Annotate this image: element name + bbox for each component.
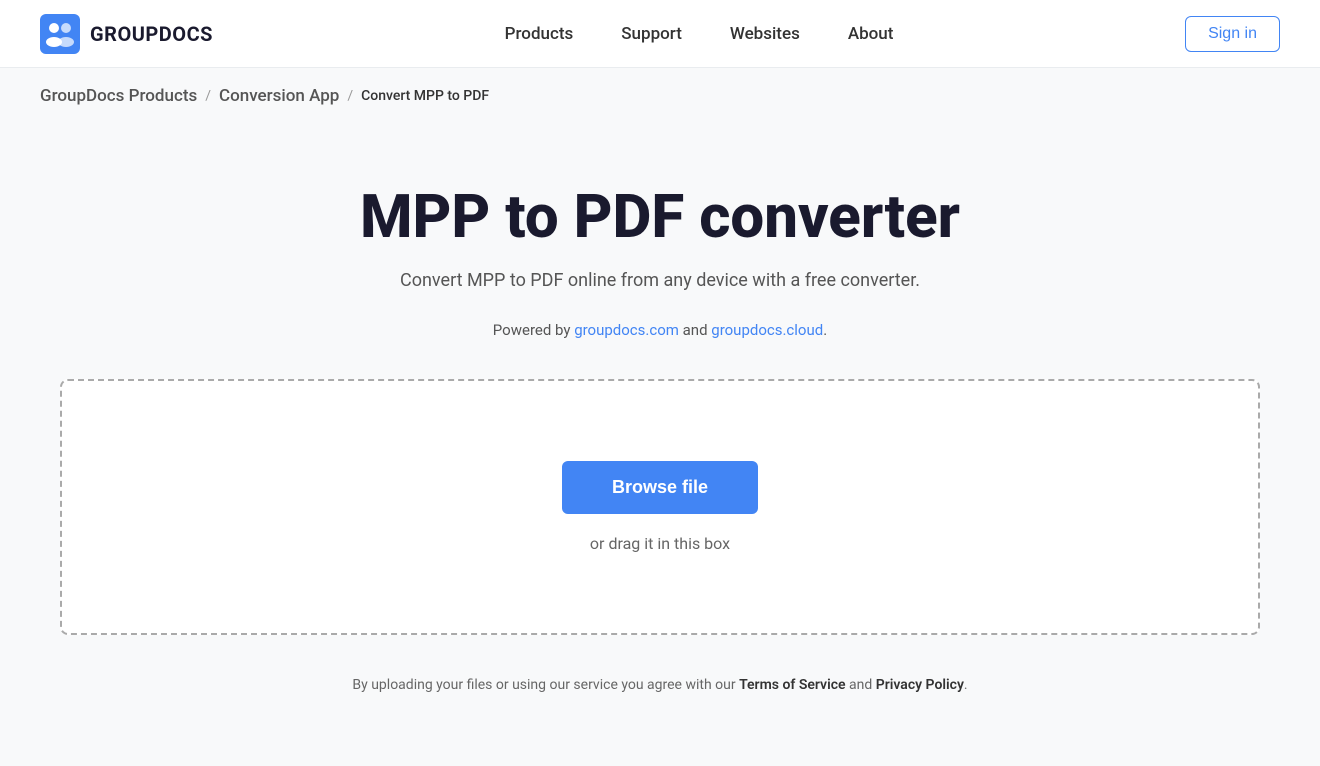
breadcrumb-separator-2: / bbox=[347, 88, 353, 104]
sign-in-button[interactable]: Sign in bbox=[1185, 16, 1280, 52]
breadcrumb-second[interactable]: Conversion App bbox=[219, 86, 339, 106]
terms-of-service-link[interactable]: Terms of Service bbox=[739, 677, 845, 693]
nav-support[interactable]: Support bbox=[621, 24, 682, 44]
groupdocs-cloud-link[interactable]: groupdocs.cloud bbox=[711, 321, 823, 339]
nav-products[interactable]: Products bbox=[505, 24, 574, 44]
footer-note-and: and bbox=[846, 677, 876, 693]
site-header: GROUPDOCS Products Support Websites Abou… bbox=[0, 0, 1320, 68]
breadcrumb: GroupDocs Products / Conversion App / Co… bbox=[0, 68, 1320, 124]
browse-file-button[interactable]: Browse file bbox=[562, 461, 758, 514]
footer-note: By uploading your files or using our ser… bbox=[352, 677, 967, 693]
logo[interactable]: GROUPDOCS bbox=[40, 14, 213, 54]
footer-note-suffix: . bbox=[964, 677, 968, 693]
page-title: MPP to PDF converter bbox=[360, 184, 960, 250]
main-nav: Products Support Websites About bbox=[505, 24, 894, 44]
page-subtitle: Convert MPP to PDF online from any devic… bbox=[400, 270, 920, 291]
powered-by-and: and bbox=[679, 321, 711, 339]
groupdocs-logo-icon bbox=[40, 14, 80, 54]
logo-text: GROUPDOCS bbox=[90, 22, 213, 46]
privacy-policy-link[interactable]: Privacy Policy bbox=[876, 677, 964, 693]
nav-websites[interactable]: Websites bbox=[730, 24, 800, 44]
footer-note-prefix: By uploading your files or using our ser… bbox=[352, 677, 739, 693]
breadcrumb-separator-1: / bbox=[205, 88, 211, 104]
groupdocs-com-link[interactable]: groupdocs.com bbox=[574, 321, 679, 339]
breadcrumb-root[interactable]: GroupDocs Products bbox=[40, 86, 197, 106]
nav-about[interactable]: About bbox=[848, 24, 894, 44]
powered-by-suffix: . bbox=[823, 321, 827, 339]
file-drop-zone[interactable]: Browse file or drag it in this box bbox=[60, 379, 1260, 635]
powered-by: Powered by groupdocs.com and groupdocs.c… bbox=[493, 321, 827, 339]
breadcrumb-current: Convert MPP to PDF bbox=[361, 88, 489, 104]
main-content: MPP to PDF converter Convert MPP to PDF … bbox=[0, 124, 1320, 733]
drag-text: or drag it in this box bbox=[590, 534, 730, 553]
powered-by-prefix: Powered by bbox=[493, 321, 574, 339]
